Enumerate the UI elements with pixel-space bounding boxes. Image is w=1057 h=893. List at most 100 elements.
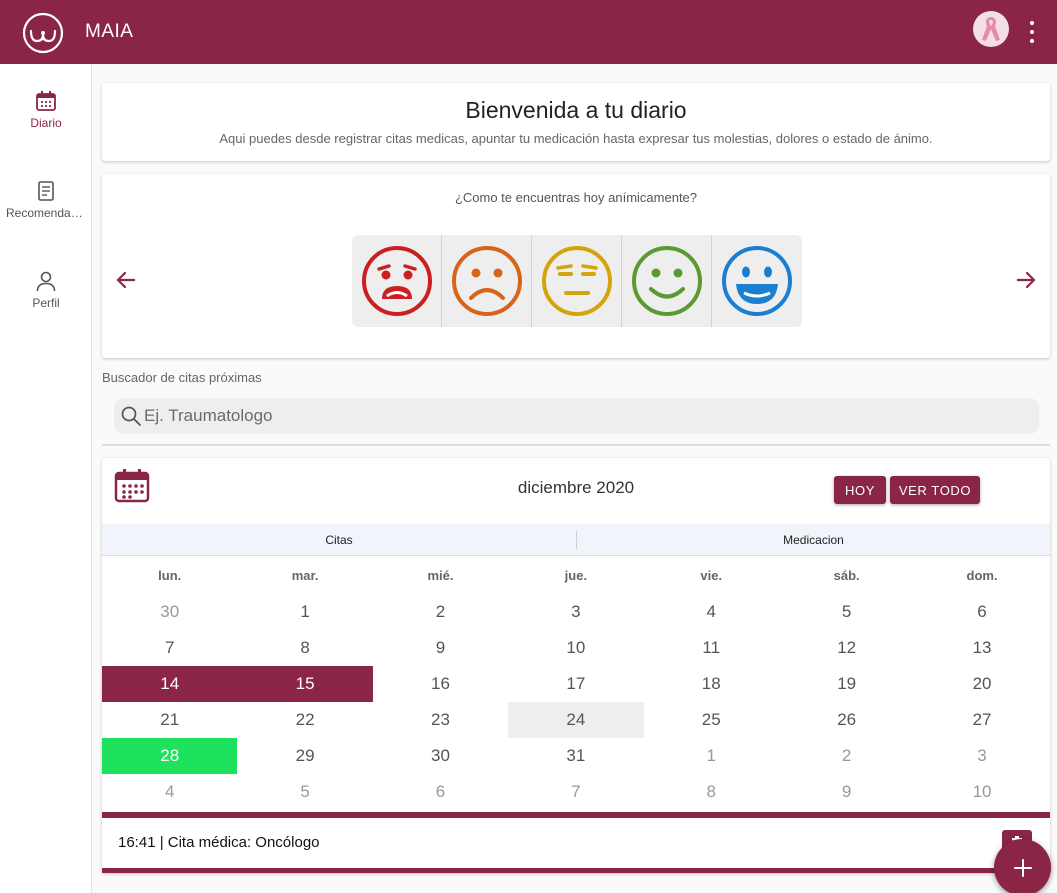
very-sad-face-icon <box>361 246 432 316</box>
weekday-header: lun. mar. mié. jue. vie. sáb. dom. <box>102 568 1050 583</box>
app-title: MAIA <box>85 21 134 42</box>
divider <box>102 444 1050 446</box>
sidebar-item-label: Diario <box>30 116 62 130</box>
calendar-week-row: 21 22 23 24 25 26 27 <box>102 702 1050 738</box>
event-item[interactable]: 16:41 | Cita médica: Oncólogo <box>118 834 320 851</box>
search-input[interactable] <box>144 398 1024 434</box>
page-title: Bienvenida a tu diario <box>465 97 687 123</box>
calendar-day[interactable]: 12 <box>779 630 914 666</box>
calendar-day[interactable]: 8 <box>237 630 372 666</box>
calendar-day-selected[interactable]: 14 <box>102 666 238 702</box>
event-bar <box>102 812 1050 818</box>
calendar-week-row: 28 29 30 31 1 2 3 <box>102 738 1050 774</box>
sidebar-item-label: Perfil <box>32 296 60 310</box>
calendar-card: diciembre 2020 HOY VER TODO Citas Medica… <box>102 458 1050 873</box>
calendar-day[interactable]: 17 <box>508 666 643 702</box>
calendar-icon <box>36 91 56 111</box>
calendar-day[interactable]: 18 <box>644 666 779 702</box>
calendar-day[interactable]: 31 <box>508 738 643 774</box>
sidebar-item-recomendaciones[interactable]: Recomendaciones <box>0 180 92 250</box>
calendar-day[interactable]: 16 <box>373 666 508 702</box>
calendar-week-row: 7 8 9 10 11 12 13 <box>102 630 1050 666</box>
search-icon <box>121 406 141 426</box>
calendar-day[interactable]: 4 <box>644 594 779 630</box>
calendar-day[interactable]: 5 <box>237 774 372 810</box>
calendar-day[interactable]: 11 <box>644 630 779 666</box>
weekday-label: lun. <box>158 568 182 583</box>
calendar-day[interactable]: 6 <box>914 594 1049 630</box>
mood-happy-button[interactable] <box>712 235 802 327</box>
calendar-week-row: 14 15 16 17 18 19 20 <box>102 666 1050 702</box>
tab-medicacion[interactable]: Medicacion <box>576 531 1050 549</box>
today-button[interactable]: HOY <box>834 476 886 504</box>
sidebar-item-perfil[interactable]: Perfil <box>0 270 92 340</box>
calendar-week-row: 30 1 2 3 4 5 6 <box>102 594 1050 630</box>
search-box <box>114 398 1039 434</box>
calendar-day[interactable]: 6 <box>373 774 508 810</box>
tab-citas[interactable]: Citas <box>102 524 576 556</box>
calendar-day-grid: 30 1 2 3 4 5 6 7 8 9 10 11 12 13 14 15 1… <box>102 594 1050 810</box>
calendar-day[interactable]: 7 <box>508 774 643 810</box>
calendar-day[interactable]: 1 <box>644 738 779 774</box>
neutral-face-icon <box>541 246 612 316</box>
calendar-day[interactable]: 23 <box>373 702 508 738</box>
page-subtitle: Aqui puedes desde registrar citas medica… <box>219 131 933 146</box>
calendar-day[interactable]: 20 <box>914 666 1049 702</box>
mood-very-sad-button[interactable] <box>352 235 442 327</box>
calendar-day[interactable]: 22 <box>237 702 372 738</box>
mood-neutral-button[interactable] <box>532 235 622 327</box>
calendar-day[interactable]: 3 <box>508 594 643 630</box>
weekday-label: sáb. <box>833 568 860 583</box>
happy-face-icon <box>722 246 792 316</box>
calendar-day[interactable]: 5 <box>779 594 914 630</box>
calendar-day[interactable]: 10 <box>914 774 1049 810</box>
view-all-button[interactable]: VER TODO <box>890 476 980 504</box>
calendar-day[interactable]: 7 <box>102 630 237 666</box>
calendar-day[interactable]: 9 <box>373 630 508 666</box>
weekday-label: dom. <box>966 568 998 583</box>
calendar-day-today[interactable]: 24 <box>508 702 644 738</box>
calendar-day[interactable]: 26 <box>779 702 914 738</box>
document-icon <box>38 181 54 201</box>
weekday-label: mié. <box>427 568 454 583</box>
calendar-day[interactable]: 8 <box>644 774 779 810</box>
sidebar-item-diario[interactable]: Diario <box>0 90 92 160</box>
maia-logo-icon[interactable] <box>21 11 65 55</box>
mood-sad-button[interactable] <box>442 235 532 327</box>
calendar-day[interactable]: 1 <box>237 594 372 630</box>
calendar-day[interactable]: 3 <box>914 738 1049 774</box>
search-label: Buscador de citas próximas <box>102 370 262 385</box>
calendar-day[interactable]: 25 <box>644 702 779 738</box>
calendar-day[interactable]: 4 <box>102 774 237 810</box>
arrow-left-icon[interactable] <box>114 268 138 292</box>
calendar-day[interactable]: 10 <box>508 630 643 666</box>
weekday-label: jue. <box>564 568 588 583</box>
calendar-day[interactable]: 30 <box>373 738 508 774</box>
mood-smile-button[interactable] <box>622 235 712 327</box>
calendar-tabs: Citas Medicacion <box>102 524 1050 556</box>
calendar-day[interactable]: 2 <box>373 594 508 630</box>
add-button[interactable] <box>994 839 1051 893</box>
calendar-day[interactable]: 21 <box>102 702 237 738</box>
calendar-day[interactable]: 13 <box>914 630 1049 666</box>
arrow-right-icon[interactable] <box>1014 268 1038 292</box>
calendar-day[interactable]: 27 <box>914 702 1049 738</box>
calendar-week-row: 4 5 6 7 8 9 10 <box>102 774 1050 810</box>
welcome-card: Bienvenida a tu diario Aqui puedes desde… <box>102 83 1050 161</box>
plus-icon <box>1013 858 1032 877</box>
smile-face-icon <box>631 246 702 316</box>
calendar-day[interactable]: 19 <box>779 666 914 702</box>
more-options-icon[interactable] <box>1020 18 1044 46</box>
calendar-day[interactable]: 2 <box>779 738 914 774</box>
calendar-day[interactable]: 9 <box>779 774 914 810</box>
calendar-day-selected[interactable]: 15 <box>237 666 373 702</box>
avatar[interactable] <box>973 11 1009 47</box>
weekday-label: vie. <box>700 568 723 583</box>
sidebar: Diario Recomendaciones Perfil <box>0 64 92 893</box>
mood-question: ¿Como te encuentras hoy anímicamente? <box>454 190 698 205</box>
top-app-bar: MAIA <box>0 0 1057 64</box>
mood-selector <box>352 235 802 327</box>
calendar-day[interactable]: 29 <box>237 738 372 774</box>
calendar-day[interactable]: 30 <box>102 594 237 630</box>
calendar-day-event[interactable]: 28 <box>102 738 238 774</box>
